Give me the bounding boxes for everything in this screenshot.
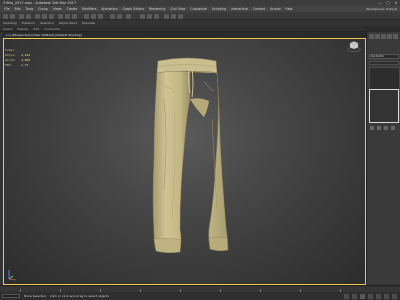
move-icon[interactable] — [58, 13, 63, 19]
ribbon-tab-selection[interactable]: Selection — [40, 21, 54, 25]
time-slider[interactable] — [0, 285, 400, 292]
stack-tools — [370, 126, 395, 130]
render-frame-icon[interactable] — [171, 13, 176, 19]
unlink-icon[interactable] — [26, 13, 31, 19]
show-end-result-icon[interactable] — [377, 126, 381, 130]
menu-customize[interactable]: Customize — [188, 7, 210, 11]
remove-modifier-icon[interactable] — [391, 126, 395, 130]
layer-icon[interactable] — [126, 13, 131, 19]
stat-row: FPS: 1.73 — [5, 63, 30, 68]
object-name-field[interactable]: Pants001 — [369, 54, 399, 59]
menu-create[interactable]: Create — [64, 7, 79, 11]
scene-menu-customize[interactable]: Customize — [44, 27, 60, 31]
maxscript-listener[interactable] — [2, 294, 20, 298]
link-icon[interactable] — [19, 13, 24, 19]
menu-interactive[interactable]: Interactive — [228, 7, 250, 11]
ribbon-tab-freeform[interactable]: Freeform — [22, 21, 35, 25]
curve-editor-icon[interactable] — [140, 13, 145, 19]
menu-views[interactable]: Views — [50, 7, 64, 11]
scene-explorer-toolbar: Select Display Edit Customize — [0, 26, 366, 32]
viewcube-icon[interactable] — [347, 40, 361, 52]
make-unique-icon[interactable] — [384, 126, 388, 130]
mirror-icon[interactable] — [110, 13, 115, 19]
status-prompt: Click or click-and-drag to select object… — [49, 294, 109, 298]
angle-snap-icon[interactable] — [91, 13, 96, 19]
display-icon[interactable] — [393, 34, 398, 39]
status-bar: None Selected Click or click-and-drag to… — [0, 292, 400, 300]
menu-tools[interactable]: Tools — [23, 7, 36, 11]
create-icon[interactable] — [369, 34, 374, 39]
undo-icon[interactable] — [3, 13, 8, 19]
menu-edit[interactable]: Edit — [12, 7, 23, 11]
command-panel-tabs — [369, 34, 398, 39]
modifier-stack-selection[interactable] — [369, 89, 399, 123]
scene-menu-display[interactable]: Display — [17, 27, 28, 31]
zoom-extents-icon[interactable] — [376, 293, 381, 299]
render-setup-icon[interactable] — [164, 13, 169, 19]
menu-group[interactable]: Group — [36, 7, 51, 11]
play-icon[interactable] — [360, 293, 365, 299]
menu-arnold[interactable]: Arnold — [268, 7, 283, 11]
menu-file[interactable]: File — [2, 7, 12, 11]
modifier-list-dropdown[interactable] — [369, 61, 399, 65]
ribbon-tab-populate[interactable]: Populate — [82, 21, 95, 25]
percent-snap-icon[interactable] — [98, 13, 103, 19]
pin-stack-icon[interactable] — [370, 126, 374, 130]
menu-modifiers[interactable]: Modifiers — [80, 7, 99, 11]
select-by-name-icon[interactable] — [42, 13, 47, 19]
menu-civil-view[interactable]: Civil View — [168, 7, 188, 11]
render-icon[interactable] — [178, 13, 183, 19]
workspace-selector[interactable]: Workspaces: Default — [366, 7, 397, 11]
redo-icon[interactable] — [10, 13, 15, 19]
schematic-icon[interactable] — [147, 13, 152, 19]
snap-icon[interactable] — [84, 13, 89, 19]
select-icon[interactable] — [35, 13, 40, 19]
menu-help[interactable]: Help — [283, 7, 295, 11]
rotate-icon[interactable] — [65, 13, 70, 19]
ribbon-tab-modeling[interactable]: Modeling — [3, 21, 17, 25]
rect-selection-icon[interactable] — [49, 13, 54, 19]
key-mode-icon[interactable] — [344, 293, 349, 299]
menu-scripting[interactable]: Scripting — [209, 7, 228, 11]
status-selection: None Selected — [24, 294, 46, 298]
menu-animation[interactable]: Animation — [99, 7, 120, 11]
orbit-icon[interactable] — [384, 293, 389, 299]
maximize-button[interactable]: □ — [386, 1, 390, 5]
scene-menu-edit[interactable]: Edit — [33, 27, 39, 31]
modify-icon[interactable] — [375, 34, 380, 39]
command-panel: Pants001 — [366, 32, 400, 288]
scale-icon[interactable] — [72, 13, 77, 19]
ribbon-tab-object-paint[interactable]: Object Paint — [59, 21, 77, 25]
motion-icon[interactable] — [387, 34, 392, 39]
menu-rendering[interactable]: Rendering — [147, 7, 168, 11]
material-editor-icon[interactable] — [154, 13, 159, 19]
axis-tripod-icon — [8, 270, 17, 281]
prev-frame-icon[interactable] — [352, 293, 357, 299]
stat-key: FPS: — [5, 63, 13, 67]
minimize-button[interactable]: — — [378, 1, 382, 5]
next-frame-icon[interactable] — [368, 293, 373, 299]
align-icon[interactable] — [117, 13, 122, 19]
perspective-viewport[interactable] — [3, 38, 366, 285]
pan-icon[interactable] — [392, 293, 397, 299]
pants-model — [152, 57, 229, 253]
hierarchy-icon[interactable] — [381, 34, 386, 39]
playback-controls — [344, 293, 397, 299]
window-title: 3 files_2017.max - Autodesk 3ds Max 2017 — [3, 1, 77, 5]
stat-value: 1.73 — [21, 63, 29, 67]
menu-graph-editors[interactable]: Graph Editors — [120, 7, 147, 11]
main-toolbar — [0, 12, 400, 20]
menu-content[interactable]: Content — [250, 7, 267, 11]
close-button[interactable]: ✕ — [394, 1, 398, 5]
scene-menu-select[interactable]: Select — [3, 27, 12, 31]
viewport-statistics: Total Polys: 4,444 Verts: 4,480 FPS: 1.73 — [5, 48, 30, 68]
